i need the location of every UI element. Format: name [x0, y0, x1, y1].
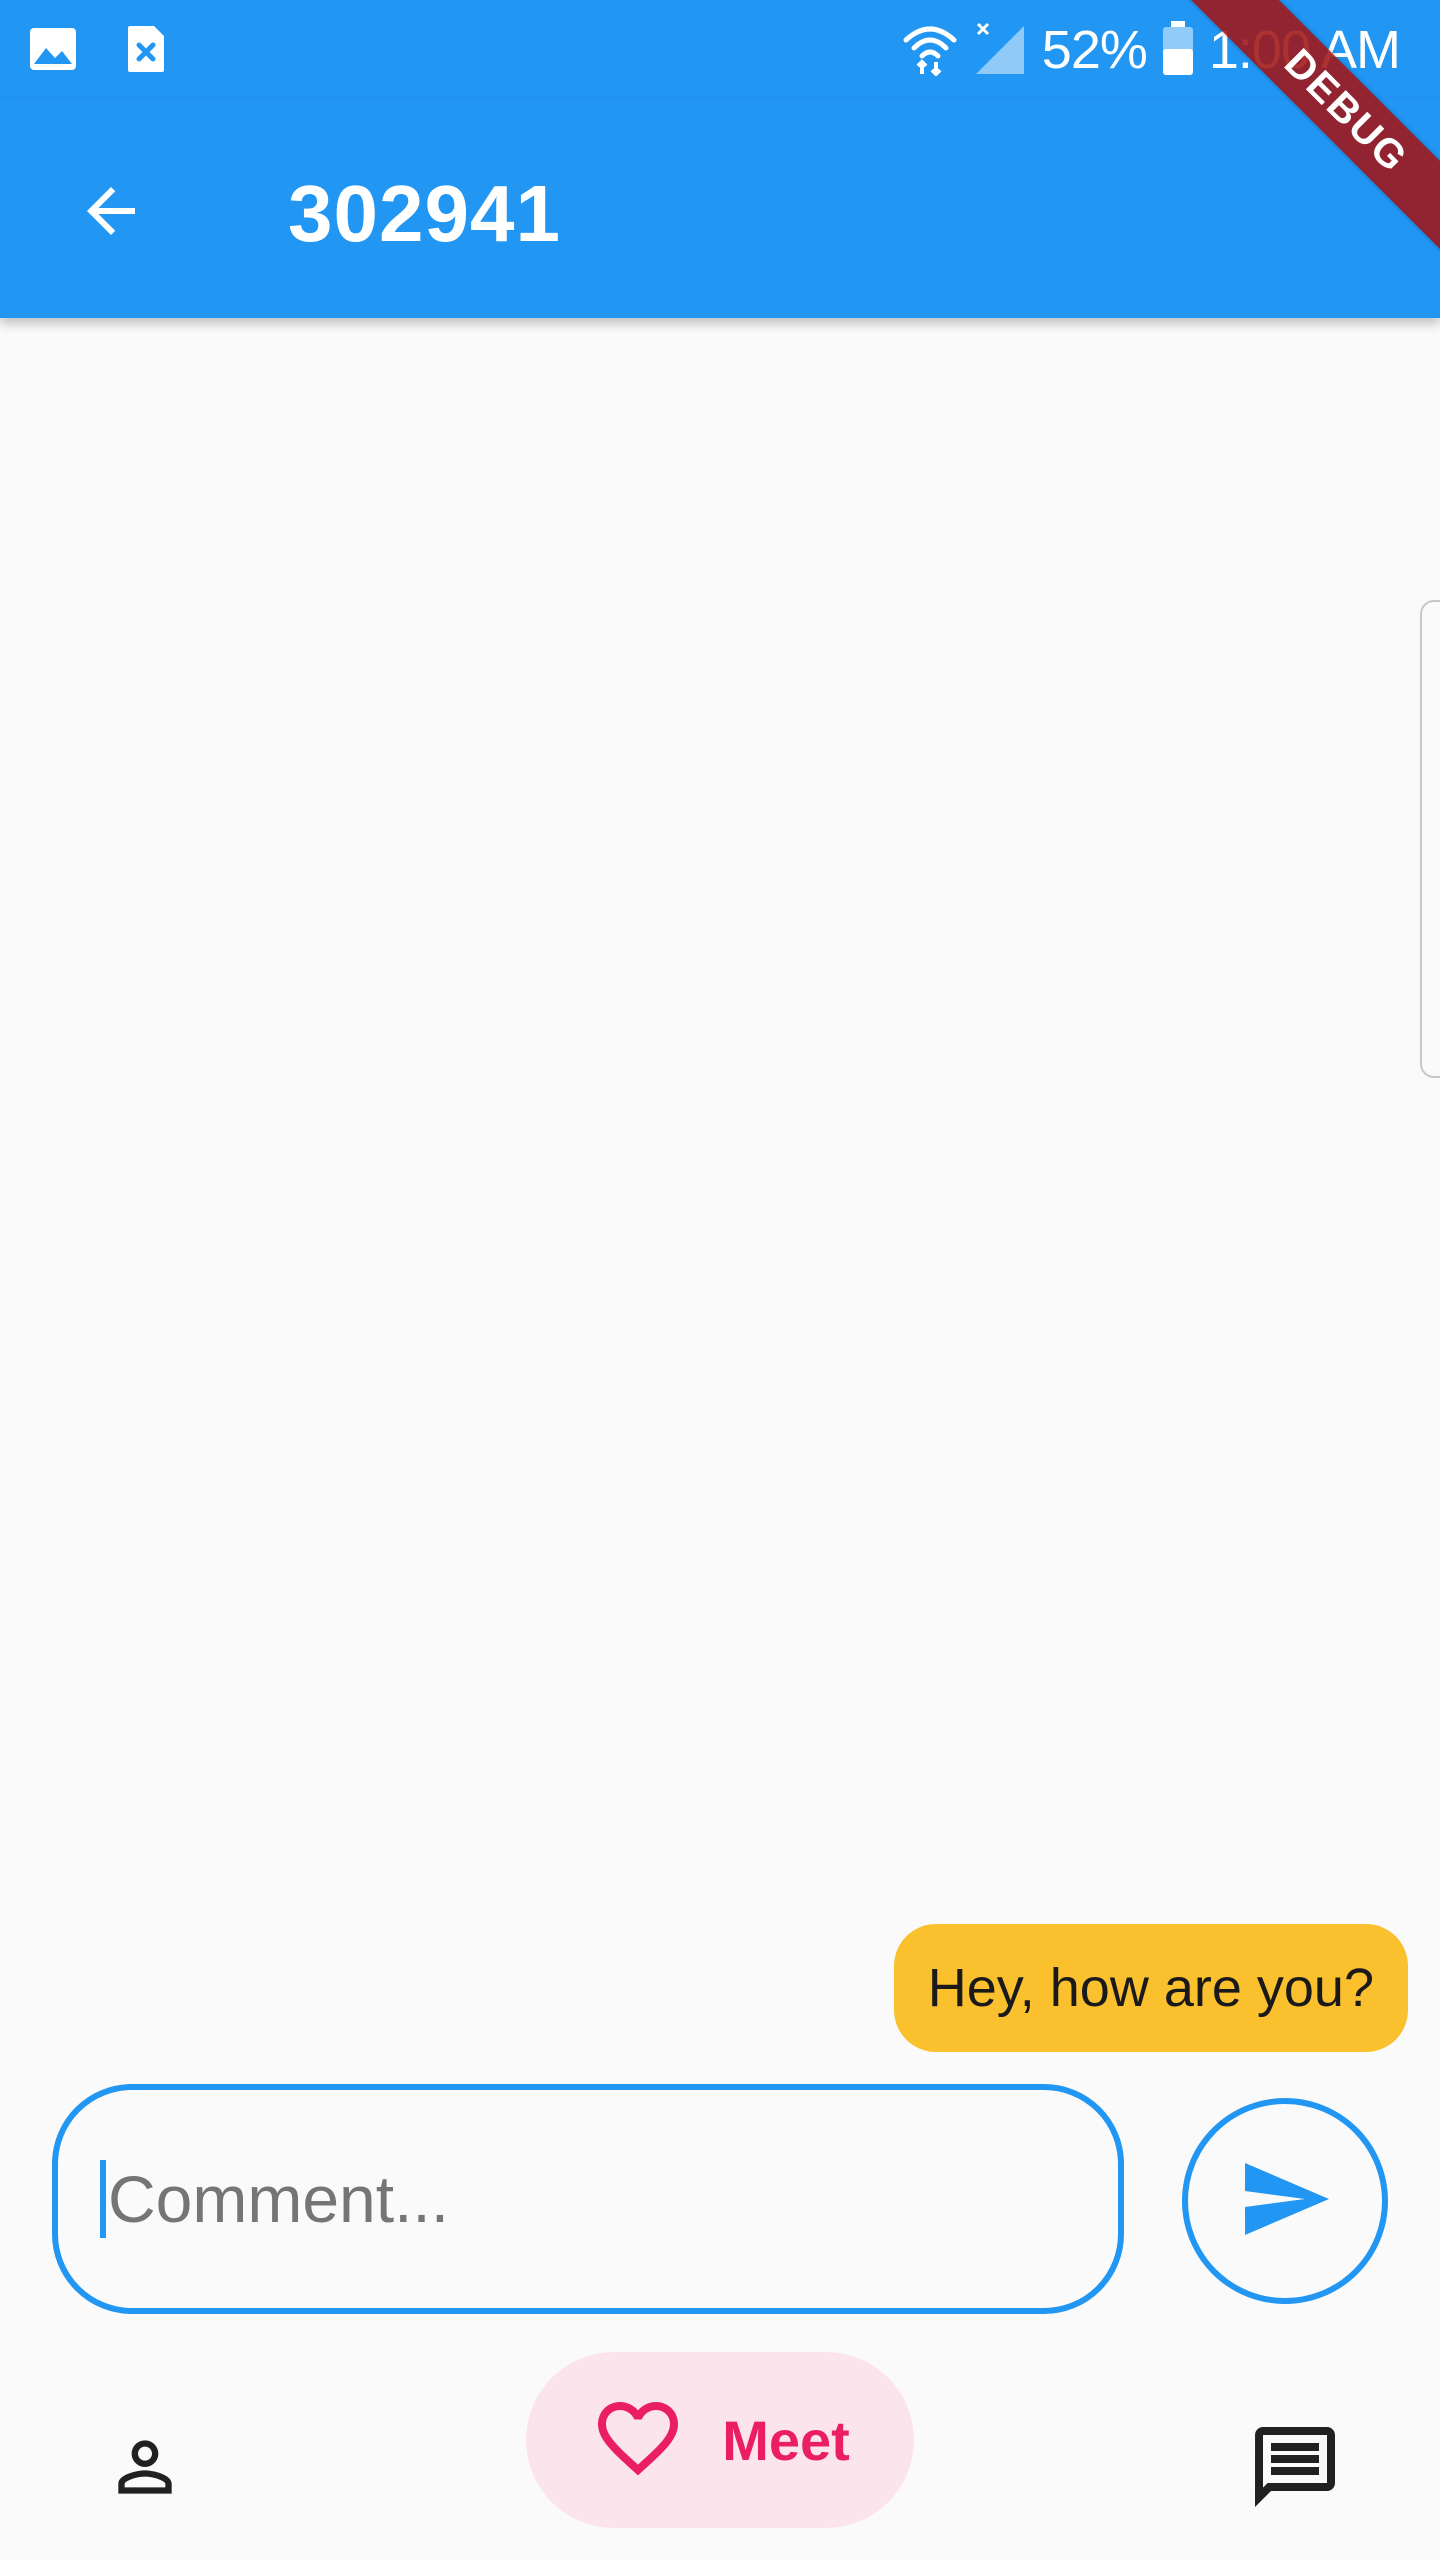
nav-meet[interactable]: Meet: [526, 2352, 914, 2528]
signal-icon: [972, 20, 1028, 81]
text-cursor: [100, 2160, 106, 2238]
heart-icon: [590, 2390, 686, 2491]
message-list[interactable]: Hey, how are you?: [0, 318, 1440, 2068]
arrow-back-icon: [75, 175, 147, 252]
chat-icon: [1247, 2419, 1343, 2520]
wifi-icon: [902, 20, 958, 81]
nav-profile[interactable]: [90, 2414, 200, 2524]
message-bubble-outgoing: Hey, how are you?: [893, 1924, 1408, 2052]
nav-chat[interactable]: [1240, 2414, 1350, 2524]
battery-percent: 52%: [1041, 20, 1148, 80]
person-icon: [105, 2427, 185, 2512]
comment-field[interactable]: [52, 2084, 1124, 2314]
notification-icons: [28, 24, 166, 79]
page-title: 302941: [288, 169, 561, 258]
app-bar: 302941: [0, 100, 1440, 318]
back-button[interactable]: [56, 158, 166, 268]
chat-screen: 52% 1:00 AM 302941 DEBUG Hey,: [0, 0, 1440, 2560]
send-icon: [1237, 2151, 1333, 2252]
image-icon: [28, 26, 78, 77]
comment-input[interactable]: [108, 2161, 1048, 2237]
send-button[interactable]: [1182, 2098, 1388, 2304]
battery-icon: [1161, 19, 1195, 82]
file-close-icon: [126, 24, 166, 79]
nav-meet-label: Meet: [722, 2408, 850, 2472]
bottom-navigation: Meet: [0, 2340, 1440, 2560]
